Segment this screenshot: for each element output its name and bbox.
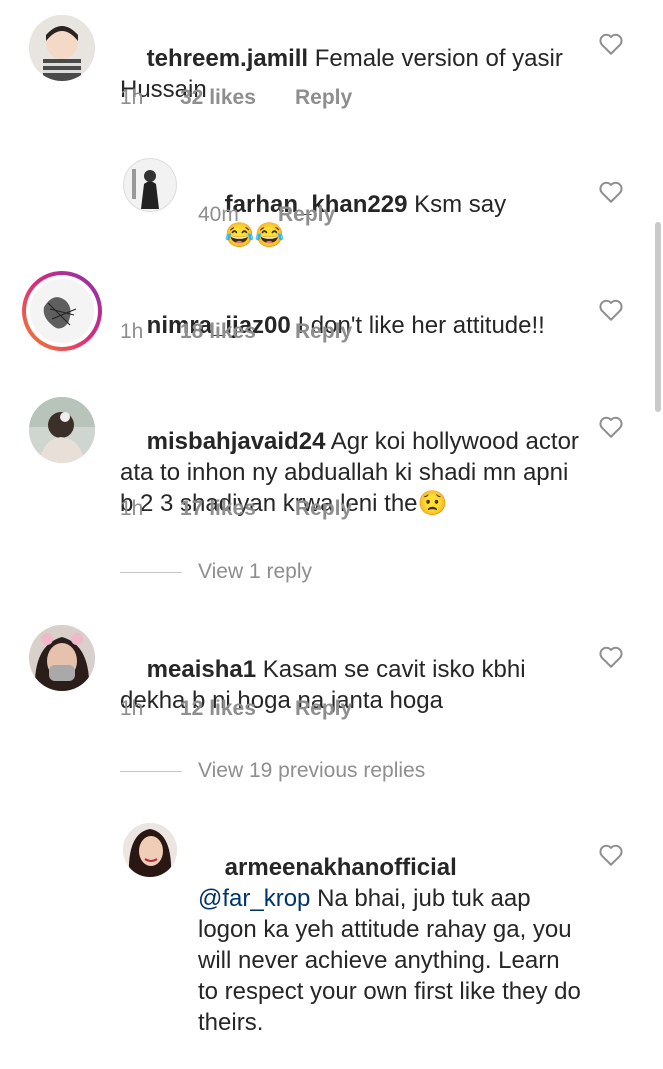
divider — [120, 770, 182, 772]
reply-button[interactable]: Reply — [295, 86, 352, 110]
reply-button[interactable]: Reply — [295, 497, 352, 521]
heart-icon[interactable] — [598, 645, 624, 669]
likes-count[interactable]: 17 likes — [180, 497, 295, 521]
username[interactable]: meaisha1 — [147, 656, 256, 683]
timestamp: 1h — [120, 86, 144, 109]
username[interactable]: armeenakhanofficial — [225, 854, 457, 881]
likes-count[interactable]: 18 likes — [180, 320, 295, 344]
view-previous-replies-button[interactable]: View 19 previous replies — [120, 759, 425, 783]
comment-meta: 1h 32 likes Reply — [120, 86, 352, 110]
comment-1: tehreem.jamill Female version of yasir H… — [0, 0, 663, 120]
view-replies-label: View 1 reply — [198, 560, 313, 583]
timestamp: 40m — [198, 203, 239, 226]
username[interactable]: tehreem.jamill — [147, 45, 308, 72]
comment-2: farhan_khan229 Ksm say 😂😂 40m Reply — [0, 150, 663, 249]
heart-icon[interactable] — [598, 32, 624, 56]
comment-body: Ksm say — [414, 191, 507, 218]
comment-text: tehreem.jamill Female version of yasir H… — [120, 12, 590, 136]
divider — [120, 571, 182, 573]
view-replies-button[interactable]: View 1 reply — [120, 560, 312, 584]
comment-4: misbahjavaid24 Agr koi hollywood actor a… — [0, 385, 663, 585]
reply-button[interactable]: Reply — [295, 697, 352, 721]
comment-text: armeenakhanofficial @far_krop Na bhai, j… — [198, 821, 583, 1069]
comment-meta: 1h 18 likes Reply — [120, 320, 352, 344]
mention-link[interactable]: @far_krop — [198, 885, 310, 912]
avatar[interactable] — [29, 625, 95, 691]
reply-button[interactable]: Reply — [295, 320, 352, 344]
worried-emoji-icon: 😟 — [417, 490, 448, 517]
likes-count[interactable]: 12 likes — [180, 697, 295, 721]
avatar[interactable] — [29, 15, 95, 81]
avatar-story-ring[interactable] — [22, 271, 102, 351]
heart-icon[interactable] — [598, 180, 624, 204]
comment-3: nimra_ijaz00 I don't like her attitude!!… — [0, 265, 663, 365]
comment-text: misbahjavaid24 Agr koi hollywood actor a… — [120, 395, 585, 550]
likes-count[interactable]: 32 likes — [180, 86, 295, 110]
timestamp: 1h — [120, 697, 144, 720]
scrollbar[interactable] — [655, 222, 661, 412]
avatar[interactable] — [123, 823, 177, 877]
reply-button[interactable]: Reply — [278, 203, 335, 227]
timestamp: 1h — [120, 320, 144, 343]
comment-text: meaisha1 Kasam se cavit isko kbhi dekha … — [120, 623, 540, 747]
avatar[interactable] — [29, 397, 95, 463]
comment-6: armeenakhanofficial @far_krop Na bhai, j… — [0, 815, 663, 1036]
comment-meta: 40m Reply — [198, 203, 335, 227]
heart-icon[interactable] — [598, 843, 624, 867]
heart-icon[interactable] — [598, 298, 624, 322]
comment-meta: 1h 17 likes Reply — [120, 497, 352, 521]
username[interactable]: misbahjavaid24 — [147, 428, 326, 455]
heart-icon[interactable] — [598, 415, 624, 439]
view-replies-label: View 19 previous replies — [198, 759, 426, 782]
avatar[interactable] — [123, 158, 177, 212]
comment-5: meaisha1 Kasam se cavit isko kbhi dekha … — [0, 615, 663, 795]
timestamp: 1h — [120, 497, 144, 520]
comment-meta: 1h 12 likes Reply — [120, 697, 352, 721]
